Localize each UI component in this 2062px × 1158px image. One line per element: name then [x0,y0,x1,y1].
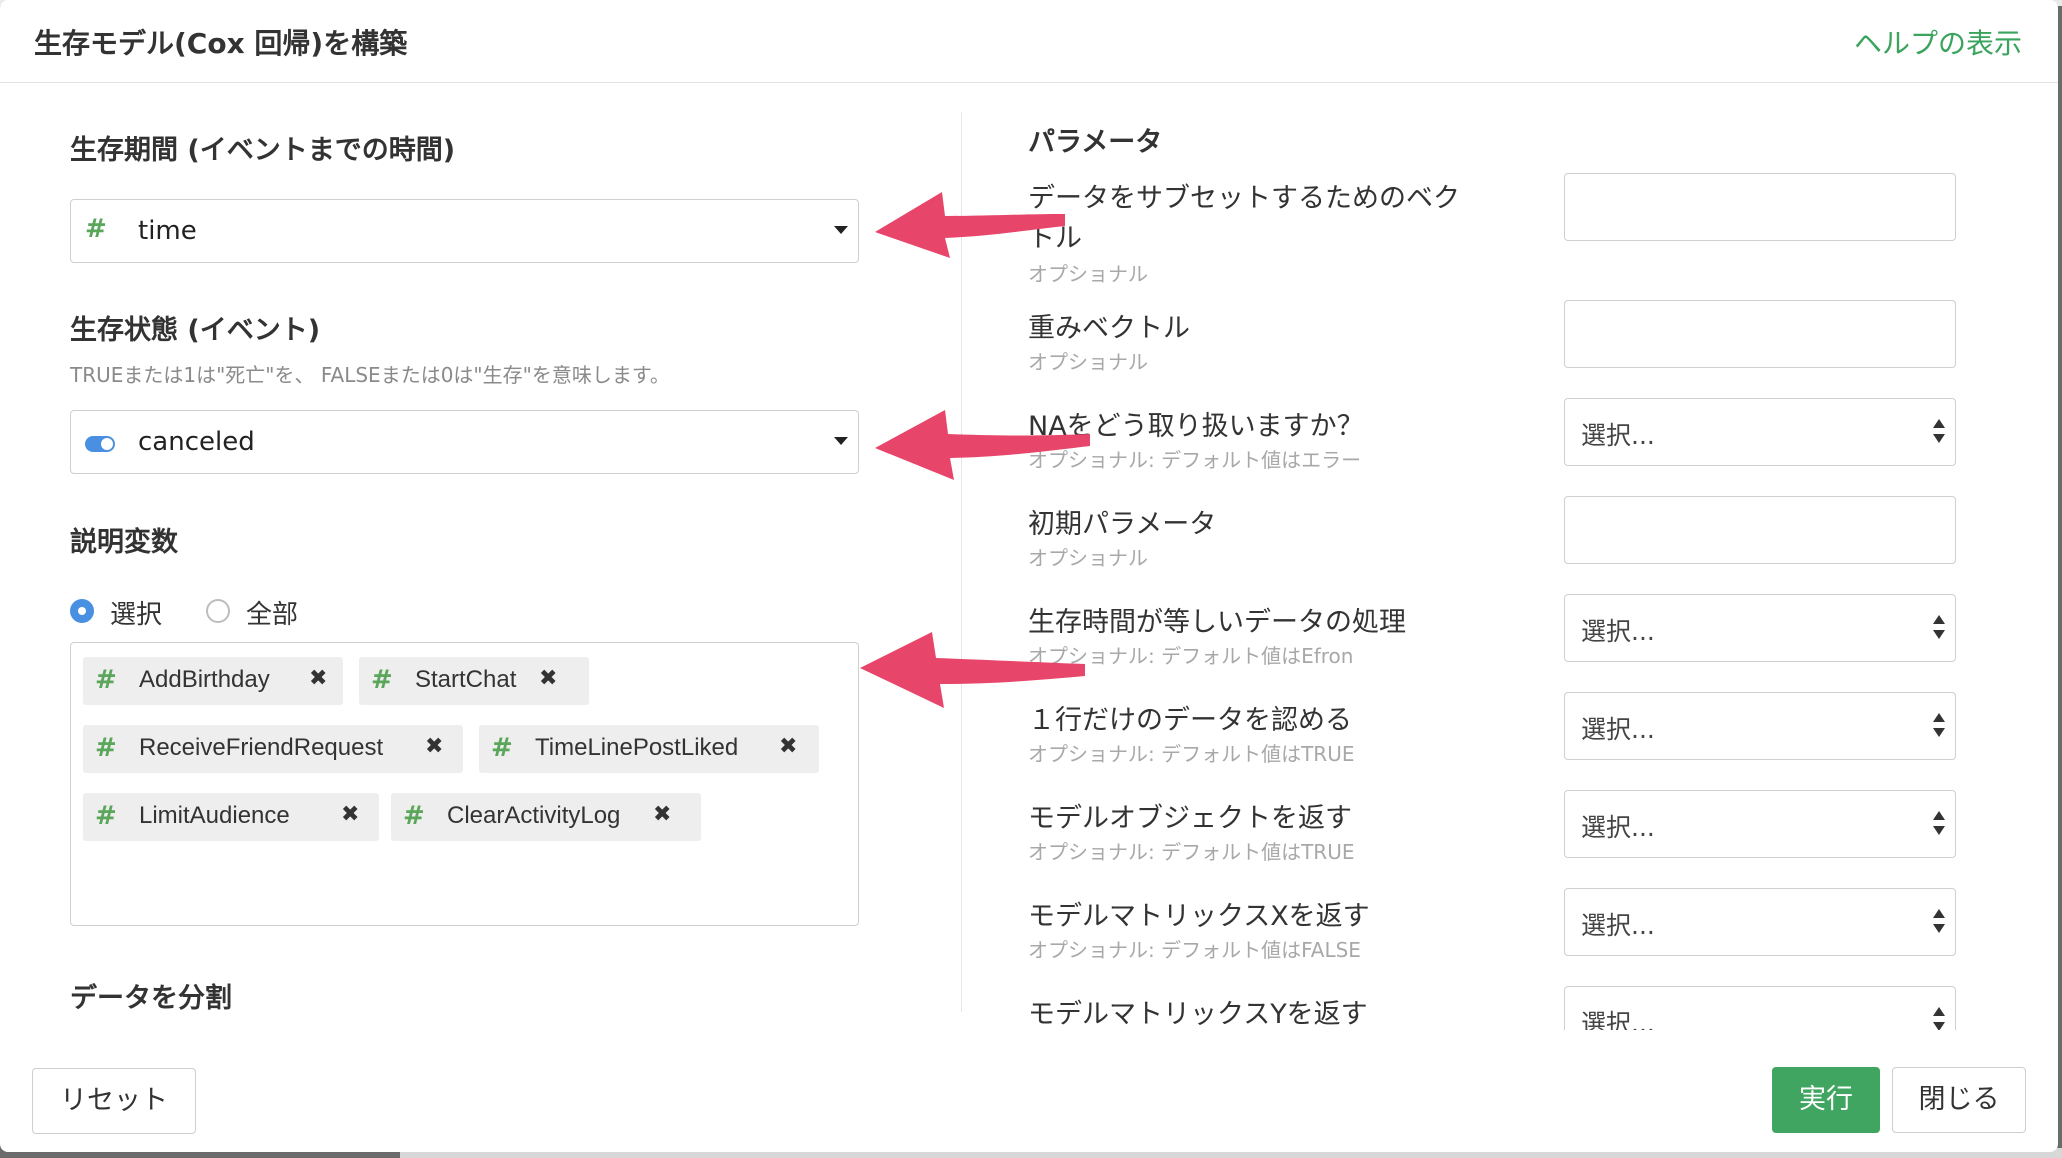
variable-tag: # AddBirthday ✖ [83,657,343,705]
up-down-arrows-icon [1933,711,1945,741]
param-na-label: NAをどう取り扱いますか？ [1028,411,1364,442]
param-na-select[interactable]: 選択... [1564,398,1956,466]
param-model-label: モデルオブジェクトを返す [1028,803,1352,834]
variable-tag-label: LimitAudience [139,802,290,829]
param-singular-select[interactable]: 選択... [1564,692,1956,760]
remove-tag-icon[interactable]: ✖ [539,666,557,691]
number-hash-icon: # [371,665,393,695]
help-link[interactable]: ヘルプの表示 [1854,22,2022,62]
survival-status-value: canceled [138,427,255,457]
variable-tag: # ReceiveFriendRequest ✖ [83,725,463,773]
number-hash-icon: # [403,801,425,831]
reset-button[interactable]: リセット [32,1068,196,1134]
param-subset-label: データをサブセットするためのベク [1028,183,1460,214]
param-x-label: モデルマトリックスXを返す [1028,901,1370,932]
variable-tag-label: StartChat [415,666,517,693]
remove-tag-icon[interactable]: ✖ [309,666,327,691]
up-down-arrows-icon [1933,809,1945,839]
param-na-sub: オプショナル: デフォルト値はエラー [1028,448,1362,472]
up-down-arrows-icon [1933,417,1945,447]
caret-down-icon [834,226,848,234]
footer-divider [0,1030,2058,1031]
select-placeholder: 選択... [1581,715,1655,744]
survival-status-select[interactable]: canceled [70,410,859,474]
column-divider [961,112,962,1012]
logical-toggle-icon [85,436,115,452]
param-subset-input[interactable] [1564,173,1956,241]
param-subset-label-cont: トル [1028,223,1082,254]
number-hash-icon: # [491,733,513,763]
run-button[interactable]: 実行 [1772,1067,1880,1133]
param-weights-input[interactable] [1564,300,1956,368]
radio-select-label: 選択 [110,600,163,630]
survival-status-label: 生存状態 (イベント) [70,315,321,346]
variables-panel: 生存期間 (イベントまでの時間) # time 生存状態 (イベント) TRUE… [70,100,860,1020]
dialog-header: 生存モデル(Cox 回帰)を構築 ヘルプの表示 [0,0,2058,83]
parameters-panel: パラメータ データをサブセットするためのベク トル オプショナル 重みベクトル … [1028,110,1988,1030]
param-y-label: モデルマトリックスYを返す [1028,999,1368,1030]
param-init-input[interactable] [1564,496,1956,564]
variable-tag-label: AddBirthday [139,666,270,693]
param-ties-sub: オプショナル: デフォルト値はEfron [1028,644,1354,668]
remove-tag-icon[interactable]: ✖ [425,734,443,759]
variable-tag: # StartChat ✖ [359,657,589,705]
survival-time-value: time [138,216,197,246]
up-down-arrows-icon [1933,1005,1945,1030]
select-placeholder: 選択... [1581,617,1655,646]
split-data-label: データを分割 [70,983,232,1014]
variable-tag: # TimeLinePostLiked ✖ [479,725,819,773]
param-model-select[interactable]: 選択... [1564,790,1956,858]
param-ties-label: 生存時間が等しいデータの処理 [1028,607,1406,638]
number-hash-icon: # [95,665,117,695]
variable-tag-label: ClearActivityLog [447,802,621,829]
param-init-sub: オプショナル [1028,546,1148,570]
radio-all-label: 全部 [246,600,299,630]
param-weights-sub: オプショナル [1028,350,1148,374]
param-singular-sub: オプショナル: デフォルト値はTRUE [1028,742,1355,766]
number-hash-icon: # [85,214,107,244]
radio-unchecked-icon [206,599,230,623]
param-ties-select[interactable]: 選択... [1564,594,1956,662]
variable-tag: # ClearActivityLog ✖ [391,793,701,841]
survival-status-hint: TRUEまたは1は"死亡"を、 FALSEまたは0は"生存"を意味します。 [70,363,670,387]
dialog-title: 生存モデル(Cox 回帰)を構築 [34,27,408,60]
caret-down-icon [834,437,848,445]
up-down-arrows-icon [1933,613,1945,643]
variable-tag-label: TimeLinePostLiked [535,734,739,761]
param-singular-label: １行だけのデータを認める [1028,705,1352,736]
select-placeholder: 選択... [1581,421,1655,450]
number-hash-icon: # [95,733,117,763]
up-down-arrows-icon [1933,907,1945,937]
variable-tag-label: ReceiveFriendRequest [139,734,384,761]
param-y-select[interactable]: 選択... [1564,986,1956,1030]
select-placeholder: 選択... [1581,1009,1655,1030]
param-model-sub: オプショナル: デフォルト値はTRUE [1028,840,1355,864]
cox-regression-dialog: 生存モデル(Cox 回帰)を構築 ヘルプの表示 生存期間 (イベントまでの時間)… [0,0,2058,1152]
param-subset-sub: オプショナル [1028,262,1148,286]
explanatory-tag-input[interactable]: # AddBirthday ✖ # StartChat ✖ # ReceiveF… [70,642,859,926]
select-placeholder: 選択... [1581,911,1655,940]
param-init-label: 初期パラメータ [1028,509,1217,540]
remove-tag-icon[interactable]: ✖ [653,802,671,827]
param-x-sub: オプショナル: デフォルト値はFALSE [1028,938,1361,962]
param-weights-label: 重みベクトル [1028,313,1190,344]
remove-tag-icon[interactable]: ✖ [341,802,359,827]
close-button[interactable]: 閉じる [1892,1067,2026,1133]
remove-tag-icon[interactable]: ✖ [779,734,797,759]
param-x-select[interactable]: 選択... [1564,888,1956,956]
survival-time-label: 生存期間 (イベントまでの時間) [70,135,456,166]
number-hash-icon: # [95,801,117,831]
explanatory-label: 説明変数 [70,527,178,558]
select-placeholder: 選択... [1581,813,1655,842]
survival-time-select[interactable]: # time [70,199,859,263]
radio-checked-icon [70,599,94,623]
variable-tag: # LimitAudience ✖ [83,793,379,841]
parameters-title: パラメータ [1028,127,1163,158]
